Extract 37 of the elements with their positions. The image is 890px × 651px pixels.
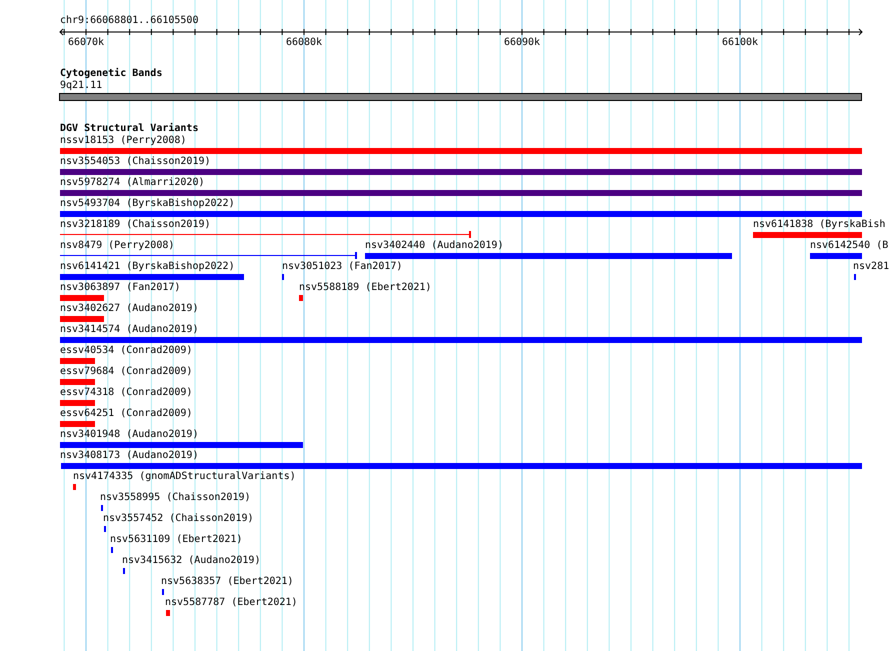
variant-label: essv64251 (Conrad2009) — [60, 408, 192, 420]
variant-label: nsv3414574 (Audano2019) — [60, 324, 198, 336]
band-label: 9q21.11 — [60, 80, 102, 91]
variant-label: nsv5493704 (ByrskaBishop2022) — [60, 198, 235, 210]
variant-label: nsv3051023 (Fan2017) — [282, 261, 402, 273]
variant-label: nssv18153 (Perry2008) — [60, 135, 186, 147]
variant-label: nsv3415632 (Audano2019) — [122, 555, 260, 567]
track-title: Cytogenetic Bands — [60, 68, 162, 79]
tick-label: 66070k — [68, 37, 104, 49]
variant-label: essv40534 (Conrad2009) — [60, 345, 192, 357]
variant-label: nsv6142540 (B — [810, 240, 888, 252]
variant-label: nsv4174335 (gnomADStructuralVariants) — [73, 471, 296, 483]
variant-label: nsv281 — [853, 261, 890, 273]
variant-label: nsv3557452 (Chaisson2019) — [103, 513, 254, 525]
variant-label: essv79684 (Conrad2009) — [60, 366, 192, 378]
variant-label: nsv5587787 (Ebert2021) — [165, 597, 298, 609]
variant-label: nsv3218189 (Chaisson2019) — [60, 219, 211, 231]
variant-label: nsv3401948 (Audano2019) — [60, 429, 198, 441]
variant-label: essv74318 (Conrad2009) — [60, 387, 192, 399]
variant-label: nsv6141838 (ByrskaBish — [753, 219, 886, 231]
tick-label: 66090k — [504, 37, 540, 49]
variant-label: nsv3063897 (Fan2017) — [60, 282, 180, 294]
tick-label: 66080k — [286, 37, 322, 49]
position-label: chr9:66068801..66105500 — [60, 15, 198, 26]
variant-label: nsv3402440 (Audano2019) — [365, 240, 504, 252]
variant-label: nsv3402627 (Audano2019) — [60, 303, 198, 315]
track-title: DGV Structural Variants — [60, 123, 198, 134]
variant-label: nsv5638357 (Ebert2021) — [161, 576, 294, 588]
variant-label: nsv6141421 (ByrskaBishop2022) — [60, 261, 235, 273]
tick-label: 66100k — [722, 37, 758, 49]
variant-label: nsv5588189 (Ebert2021) — [299, 282, 432, 294]
variant-label: nsv5978274 (Almarri2020) — [60, 177, 204, 189]
variant-label: nsv3558995 (Chaisson2019) — [100, 492, 251, 504]
variant-label: nsv3408173 (Audano2019) — [60, 450, 198, 462]
variant-label: nsv8479 (Perry2008) — [60, 240, 174, 252]
variant-label: nsv5631109 (Ebert2021) — [110, 534, 242, 546]
variant-label: nsv3554053 (Chaisson2019) — [60, 156, 211, 168]
